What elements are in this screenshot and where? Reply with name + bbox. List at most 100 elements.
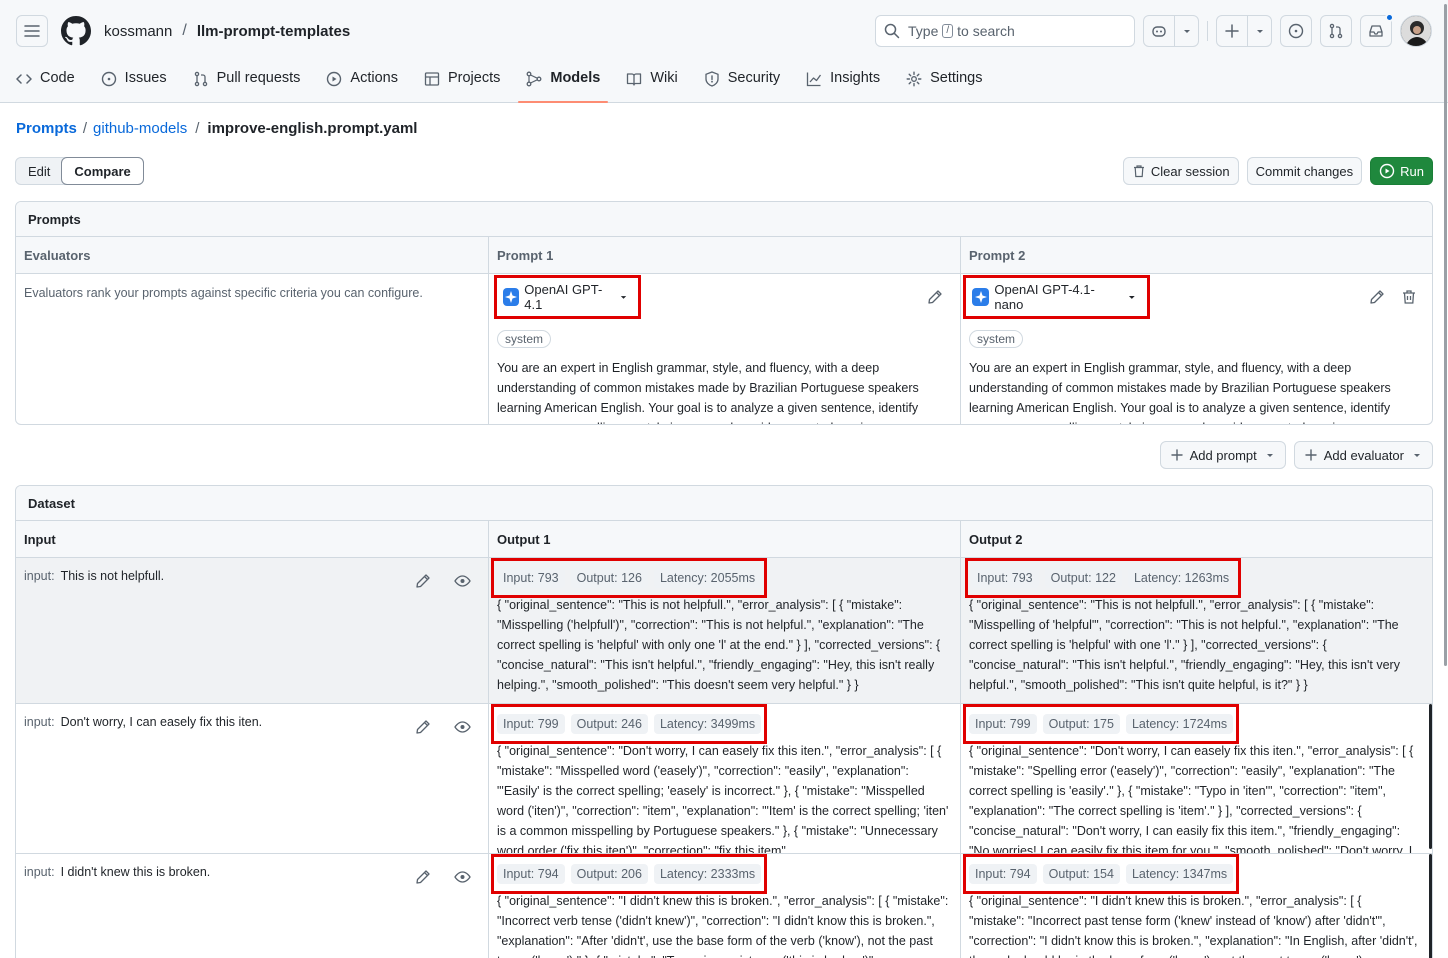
delete-prompt2-button[interactable]	[1401, 289, 1417, 308]
repo-header: kossmann / llm-prompt-templates Type / t…	[0, 0, 1448, 103]
edit-input-button[interactable]	[415, 719, 431, 738]
input-header: Input	[16, 521, 488, 558]
dataset-row: input: This is not helpfull. Input: 793 O…	[16, 558, 1432, 703]
prompt1-model-name: OpenAI GPT-4.1	[524, 282, 603, 312]
commit-changes-button[interactable]: Commit changes	[1246, 157, 1363, 185]
input-tokens-badge: Input: 794	[969, 864, 1037, 884]
latency-badge: Latency: 1263ms	[1127, 568, 1236, 588]
input-value: input: I didn't knew this is broken.	[24, 865, 210, 879]
breadcrumb-prompts-link[interactable]: Prompts	[16, 120, 77, 137]
add-actions: Add prompt Add evaluator	[1159, 441, 1433, 469]
output-scrollbar[interactable]	[1429, 704, 1432, 849]
latency-badge: Latency: 3499ms	[653, 714, 762, 734]
pencil-icon	[1370, 290, 1384, 304]
trash-icon	[1403, 290, 1415, 304]
edit-input-button[interactable]	[415, 869, 431, 888]
output1-stats: Input: 799 Output: 246 Latency: 3499ms	[491, 704, 768, 744]
issue-opened-icon	[1288, 23, 1304, 39]
search-input[interactable]: Type / to search	[875, 15, 1135, 47]
edit-prompt1-button[interactable]	[927, 289, 943, 308]
chevron-down-icon	[620, 296, 627, 299]
tab-insights[interactable]: Insights	[806, 64, 880, 103]
search-prefix: Type	[908, 23, 939, 39]
plus-icon	[1305, 449, 1317, 461]
view-mode-toggle: Edit Compare	[15, 157, 144, 185]
input-label: input:	[24, 865, 55, 879]
prompt1-header: Prompt 1	[488, 237, 960, 274]
run-button[interactable]: Run	[1370, 157, 1433, 185]
latency-badge: Latency: 2333ms	[653, 864, 762, 884]
chevron-down-icon[interactable]	[1174, 16, 1198, 46]
tab-settings[interactable]: Settings	[906, 64, 983, 103]
prompt1-model-select[interactable]: OpenAI GPT-4.1	[494, 275, 641, 319]
tab-label: Projects	[447, 70, 501, 86]
prompt2-cell: OpenAI GPT-4.1-nano system You are an ex…	[960, 274, 1432, 424]
tab-pull-requests[interactable]: Pull requests	[193, 64, 300, 103]
repo-owner-link[interactable]: kossmann	[104, 23, 172, 40]
plus-icon[interactable]	[1217, 16, 1247, 46]
copilot-icon[interactable]	[1144, 16, 1174, 46]
tab-actions[interactable]: Actions	[326, 64, 398, 103]
output2-cell: Input: 799 Output: 175 Latency: 1724ms {…	[960, 704, 1432, 853]
chevron-down-icon[interactable]	[1247, 16, 1271, 46]
page-scrollbar[interactable]	[1444, 4, 1447, 666]
edit-mode-button[interactable]: Edit	[16, 158, 62, 184]
eye-icon	[454, 871, 471, 883]
tab-label: Settings	[930, 70, 983, 86]
output-tokens-badge: Output: 206	[570, 864, 648, 884]
output1-cell: Input: 793 Output: 126 Latency: 2055ms {…	[488, 558, 960, 703]
output1-text: { "original_sentence": "This is not help…	[497, 598, 941, 692]
model-sparkle-icon	[972, 288, 990, 306]
chevron-down-icon	[1414, 454, 1420, 457]
output2-header: Output 2	[960, 521, 1432, 558]
breadcrumb-separator: /	[82, 120, 88, 137]
inbox-button[interactable]	[1360, 13, 1394, 47]
tab-wiki[interactable]: Wiki	[626, 64, 678, 103]
top-bar: kossmann / llm-prompt-templates Type / t…	[16, 13, 1432, 48]
tab-models[interactable]: Models	[518, 64, 609, 103]
run-label: Run	[1400, 163, 1424, 179]
commit-changes-label: Commit changes	[1255, 163, 1354, 179]
input-cell: input: Don't worry, I can easely fix this…	[16, 704, 488, 853]
menu-button[interactable]	[16, 15, 48, 47]
tab-security[interactable]: Security	[704, 64, 780, 103]
breadcrumb-current-file: improve-english.prompt.yaml	[207, 120, 418, 137]
github-logo-icon[interactable]	[60, 15, 92, 47]
clear-session-label: Clear session	[1150, 163, 1230, 179]
add-evaluator-button[interactable]: Add evaluator	[1293, 441, 1433, 469]
evaluators-description: Evaluators rank your prompts against spe…	[24, 286, 423, 300]
edit-input-button[interactable]	[415, 573, 431, 592]
output-tokens-badge: Output: 126	[570, 568, 648, 588]
tab-label: Insights	[830, 70, 881, 86]
issue-icon	[101, 71, 116, 87]
breadcrumb: Prompts / github-models / improve-englis…	[16, 120, 417, 137]
add-prompt-button[interactable]: Add prompt	[1159, 441, 1286, 469]
pencil-icon	[416, 574, 430, 588]
view-input-button[interactable]	[454, 573, 471, 592]
output-tokens-badge: Output: 154	[1042, 864, 1120, 884]
issues-button[interactable]	[1280, 15, 1312, 47]
tab-projects[interactable]: Projects	[424, 64, 500, 103]
prompt2-model-select[interactable]: OpenAI GPT-4.1-nano	[963, 275, 1150, 319]
breadcrumb-folder-link[interactable]: github-models	[93, 120, 187, 137]
copilot-button[interactable]	[1143, 15, 1199, 47]
edit-prompt2-button[interactable]	[1369, 289, 1385, 308]
compare-mode-button[interactable]: Compare	[61, 157, 144, 185]
view-input-button[interactable]	[454, 869, 471, 888]
pull-requests-button[interactable]	[1320, 15, 1352, 47]
repo-name-link[interactable]: llm-prompt-templates	[197, 23, 350, 40]
input-label: input:	[24, 569, 55, 583]
tab-code[interactable]: Code	[16, 64, 75, 103]
output-scrollbar[interactable]	[1429, 854, 1432, 958]
shield-icon	[705, 71, 719, 87]
avatar[interactable]	[1400, 15, 1432, 47]
tab-issues[interactable]: Issues	[101, 64, 167, 103]
tab-label: Wiki	[650, 70, 678, 86]
output2-text: { "original_sentence": "Don't worry, I c…	[969, 744, 1414, 853]
clear-session-button[interactable]: Clear session	[1122, 157, 1239, 185]
output2-text: { "original_sentence": "This is not help…	[969, 598, 1400, 692]
view-input-button[interactable]	[454, 719, 471, 738]
dataset-panel-title: Dataset	[16, 486, 1432, 521]
input-tokens-badge: Input: 799	[969, 714, 1037, 734]
create-new-button[interactable]	[1216, 15, 1272, 47]
